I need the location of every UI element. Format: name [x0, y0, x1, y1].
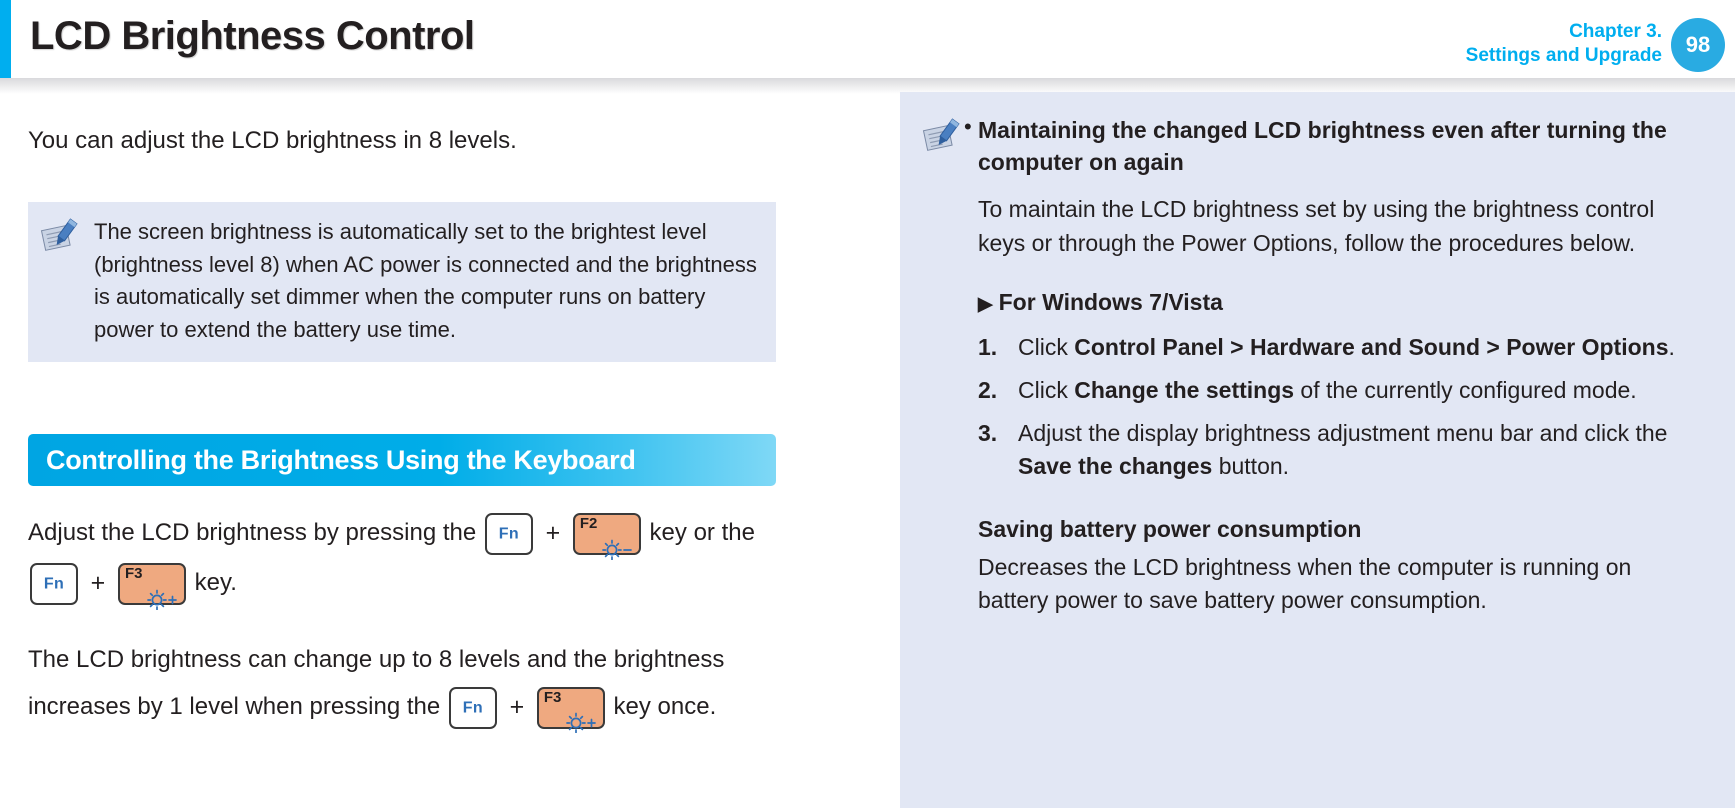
emphasis-text: Control Panel > Hardware and Sound > Pow…	[1074, 334, 1669, 360]
lead-paragraph: You can adjust the LCD brightness in 8 l…	[28, 127, 517, 154]
battery-saving-heading: Saving battery power consumption	[978, 516, 1362, 542]
section-title: Controlling the Brightness Using the Key…	[46, 444, 636, 475]
key-fn-2: Fn	[30, 562, 78, 605]
plain-text: Adjust the display brightness adjustment…	[1018, 420, 1668, 446]
windows-version-label: For Windows 7/Vista	[998, 289, 1223, 315]
right-paragraph: To maintain the LCD brightness set by us…	[978, 196, 1655, 256]
key-f3-label: F3	[124, 564, 143, 582]
header-accent-bar	[0, 0, 11, 78]
battery-saving-paragraph: Decreases the LCD brightness when the co…	[978, 554, 1632, 613]
plus-sign-2: +	[90, 569, 106, 598]
right-heading: Maintaining the changed LCD brightness e…	[978, 117, 1667, 175]
plain-text: Click	[1018, 334, 1075, 360]
brightness-up-icon-2	[562, 702, 598, 734]
plain-text: of the currently configured mode.	[1294, 377, 1637, 403]
section-heading-bar: Controlling the Brightness Using the Key…	[28, 434, 776, 486]
instruction-1-text-a: Adjust the LCD brightness by pressing th…	[28, 519, 477, 546]
chapter-line-1: Chapter 3.	[1569, 21, 1662, 42]
key-fn-3: Fn	[448, 686, 497, 729]
note-callout: The screen brightness is automatically s…	[28, 202, 776, 362]
step-text: Adjust the display brightness adjustment…	[1018, 420, 1667, 479]
plain-text: .	[1668, 334, 1675, 360]
chapter-label: Chapter 3. Settings and Upgrade	[1466, 20, 1662, 68]
brightness-down-icon	[598, 528, 634, 561]
step-text: Click Control Panel > Hardware and Sound…	[1018, 334, 1675, 360]
right-column-panel: • Maintaining the changed LCD brightness…	[900, 92, 1735, 808]
windows-version-subheading: ▶ For Windows 7/Vista	[978, 286, 1703, 321]
procedure-steps-list: 1. Click Control Panel > Hardware and So…	[978, 331, 1703, 483]
key-f2: F2	[572, 512, 641, 561]
plain-text: Click	[1018, 377, 1075, 403]
page-content: You can adjust the LCD brightness in 8 l…	[0, 92, 1735, 808]
instruction-1-text-c: key.	[194, 569, 237, 597]
note-pen-icon	[40, 218, 80, 254]
key-f3-label-b: F3	[543, 688, 562, 706]
instruction-paragraph-2: The LCD brightness can change up to 8 le…	[28, 636, 780, 734]
triangle-marker-icon: ▶	[978, 294, 993, 315]
key-fn-1: Fn	[484, 512, 533, 555]
list-item: 2. Click Change the settings of the curr…	[978, 374, 1703, 407]
step-text: Click Change the settings of the current…	[1018, 377, 1637, 403]
emphasis-text: Change the settings	[1074, 377, 1295, 403]
page-header: LCD Brightness Control Chapter 3. Settin…	[0, 0, 1735, 94]
step-number: 2.	[978, 377, 998, 403]
list-item: 3. Adjust the display brightness adjustm…	[978, 417, 1703, 483]
emphasis-text: Save the changes	[1018, 453, 1213, 479]
page-title: LCD Brightness Control	[30, 14, 475, 58]
brightness-up-icon	[143, 578, 179, 611]
list-item: 1. Click Control Panel > Hardware and So…	[978, 331, 1703, 364]
note-text: The screen brightness is automatically s…	[94, 219, 757, 342]
chapter-line-2: Settings and Upgrade	[1465, 45, 1662, 66]
plus-sign-3: +	[509, 693, 525, 722]
step-number: 3.	[978, 420, 998, 446]
key-f2-label: F2	[579, 514, 598, 532]
step-number: 1.	[978, 334, 998, 360]
instruction-2-text-b: key once.	[613, 693, 717, 721]
plain-text: button.	[1212, 453, 1290, 479]
note-pen-icon-right	[922, 118, 962, 154]
bullet-marker: •	[964, 114, 972, 139]
key-f3-b: F3	[536, 686, 605, 734]
page-number-badge: 98	[1671, 18, 1725, 72]
instruction-1-text-b: key or the	[649, 519, 755, 546]
key-f3: F3	[117, 562, 186, 611]
instruction-paragraph-1: Adjust the LCD brightness by pressing th…	[28, 508, 780, 611]
plus-sign-1: +	[545, 519, 561, 548]
key-fn-label: Fn	[498, 525, 520, 543]
key-fn-label-2: Fn	[43, 575, 65, 593]
left-column: You can adjust the LCD brightness in 8 l…	[28, 92, 788, 755]
key-fn-label-3: Fn	[462, 699, 484, 717]
